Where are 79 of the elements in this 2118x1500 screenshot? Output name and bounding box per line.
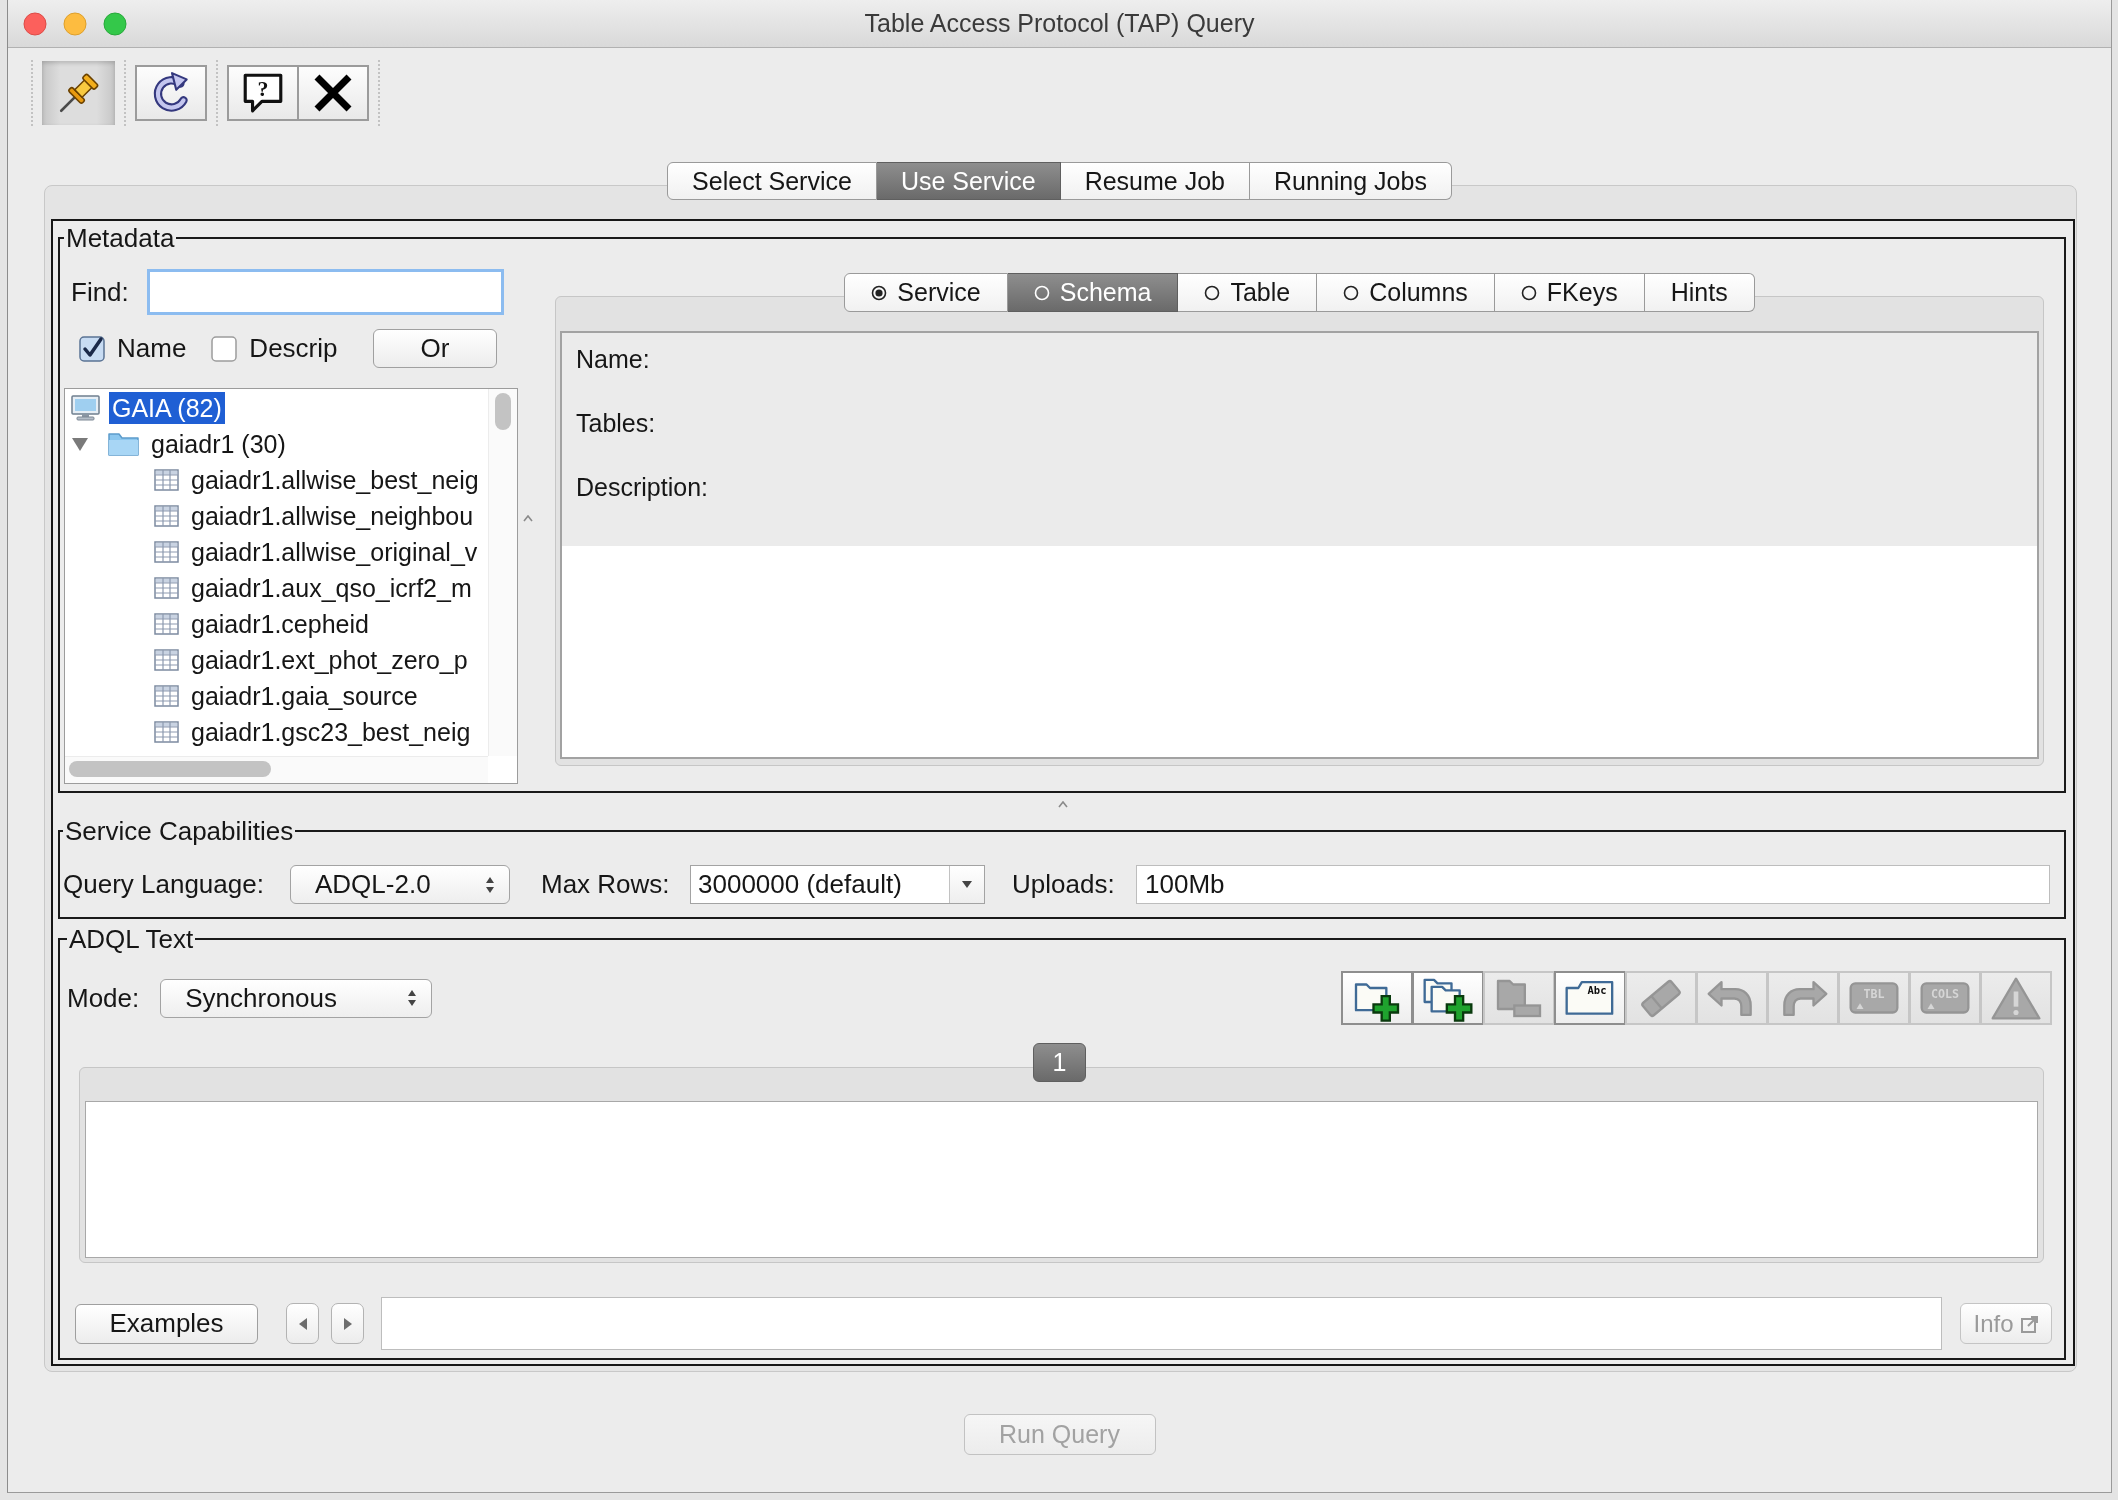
examples-button[interactable]: Examples xyxy=(75,1303,258,1344)
next-button[interactable] xyxy=(331,1303,364,1344)
detail-tab[interactable]: Table xyxy=(1178,273,1318,312)
detail-tab[interactable]: Schema xyxy=(1007,273,1179,312)
main-tab[interactable]: Select Service xyxy=(667,162,877,200)
field-label: Query Language: xyxy=(63,869,264,900)
help-button[interactable]: ? xyxy=(227,64,299,121)
close-button[interactable] xyxy=(297,64,369,121)
right-triangle-icon xyxy=(342,1316,353,1331)
close-window-icon[interactable] xyxy=(23,11,47,36)
external-link-icon xyxy=(2020,1314,2039,1333)
checkbox-label: Name xyxy=(117,333,187,364)
tree-item[interactable]: gaiadr1.allwise_best_neig xyxy=(188,464,482,496)
window-title: Table Access Protocol (TAP) Query xyxy=(864,9,1255,38)
tree-item[interactable]: gaiadr1 (30) xyxy=(148,428,289,460)
tree-item[interactable]: gaiadr1.allwise_neighbou xyxy=(188,500,477,532)
detail-tab[interactable]: Hints xyxy=(1644,273,1755,312)
main-tab[interactable]: Running Jobs xyxy=(1250,162,1452,200)
tree-item[interactable]: gaiadr1.cepheid xyxy=(188,608,372,640)
monitor-icon xyxy=(71,395,100,421)
up-down-arrows-icon xyxy=(485,875,495,894)
detail-tab[interactable]: Service xyxy=(844,273,1008,312)
checkbox[interactable] xyxy=(211,335,238,362)
find-field[interactable] xyxy=(147,269,504,315)
field-label: Description: xyxy=(576,473,708,501)
dropdown-arrow-icon xyxy=(961,880,973,889)
pin-button[interactable] xyxy=(42,60,115,125)
checkbox-label: Descrip xyxy=(249,333,338,364)
section-title: Metadata xyxy=(65,223,176,253)
disclosure-triangle-icon[interactable] xyxy=(71,435,89,453)
tree-item[interactable]: gaiadr1.aux_qso_icrf2_m xyxy=(188,572,475,604)
folder-icon xyxy=(108,432,139,456)
detail-tab[interactable]: FKeys xyxy=(1494,273,1645,312)
copy-tab-button[interactable] xyxy=(1412,971,1484,1025)
tree-item[interactable]: gaiadr1.gsc23_best_neig xyxy=(188,716,474,748)
main-tab[interactable]: Use Service xyxy=(876,162,1061,200)
table-grid-icon xyxy=(154,685,179,707)
query-tab[interactable]: 1 xyxy=(1033,1043,1086,1082)
horizontal-scrollbar-thumb[interactable] xyxy=(69,761,271,777)
splitter-grip-icon[interactable] xyxy=(1058,801,1068,808)
section-title: Service Capabilities xyxy=(64,816,295,846)
table-grid-icon xyxy=(154,649,179,671)
main-tab[interactable]: Resume Job xyxy=(1060,162,1250,200)
up-down-arrows-icon xyxy=(407,989,418,1007)
zoom-window-icon[interactable] xyxy=(103,11,127,36)
tree-item[interactable]: gaiadr1.gaia_source xyxy=(188,680,421,712)
rename-tab-button[interactable]: Abc xyxy=(1554,971,1626,1025)
close-icon xyxy=(313,72,353,113)
query-language-combo[interactable]: ADQL-2.0 xyxy=(290,865,510,904)
field-label: Name: xyxy=(576,345,650,373)
field-label: Mode: xyxy=(67,982,140,1014)
mode-combo[interactable]: Synchronous xyxy=(160,978,433,1018)
previous-button[interactable] xyxy=(286,1303,319,1344)
uploads-field[interactable]: 100Mb xyxy=(1136,865,2050,904)
tree-item[interactable]: gaiadr1.allwise_original_v xyxy=(188,536,481,568)
tree-item[interactable]: gaiadr1.ext_phot_zero_p xyxy=(188,644,471,676)
text-field[interactable] xyxy=(381,1297,1942,1350)
minimize-window-icon[interactable] xyxy=(63,11,87,36)
field-label: Tables: xyxy=(576,409,656,437)
checkbox[interactable] xyxy=(79,335,105,362)
vertical-scrollbar-thumb[interactable] xyxy=(495,393,511,430)
field-label: Find: xyxy=(71,276,129,308)
table-grid-icon xyxy=(154,505,179,527)
splitter-grip-icon[interactable] xyxy=(523,515,533,522)
new-tab-button[interactable] xyxy=(1341,971,1413,1025)
table-grid-icon xyxy=(154,613,179,635)
tree-item[interactable]: GAIA (82) xyxy=(109,392,225,424)
section-title: ADQL Text xyxy=(68,924,195,954)
field-label: Uploads: xyxy=(1012,869,1115,900)
table-grid-icon xyxy=(154,577,179,599)
table-grid-icon xyxy=(154,469,179,491)
field-label: Max Rows: xyxy=(541,869,670,900)
table-grid-icon xyxy=(154,721,179,743)
detail-tab[interactable]: Columns xyxy=(1317,273,1495,312)
max-rows-combo[interactable]: 3000000 (default) xyxy=(690,865,985,904)
table-grid-icon xyxy=(154,541,179,563)
left-triangle-icon xyxy=(297,1316,308,1331)
reload-button[interactable] xyxy=(135,64,207,121)
or-button[interactable]: Or xyxy=(373,329,497,368)
